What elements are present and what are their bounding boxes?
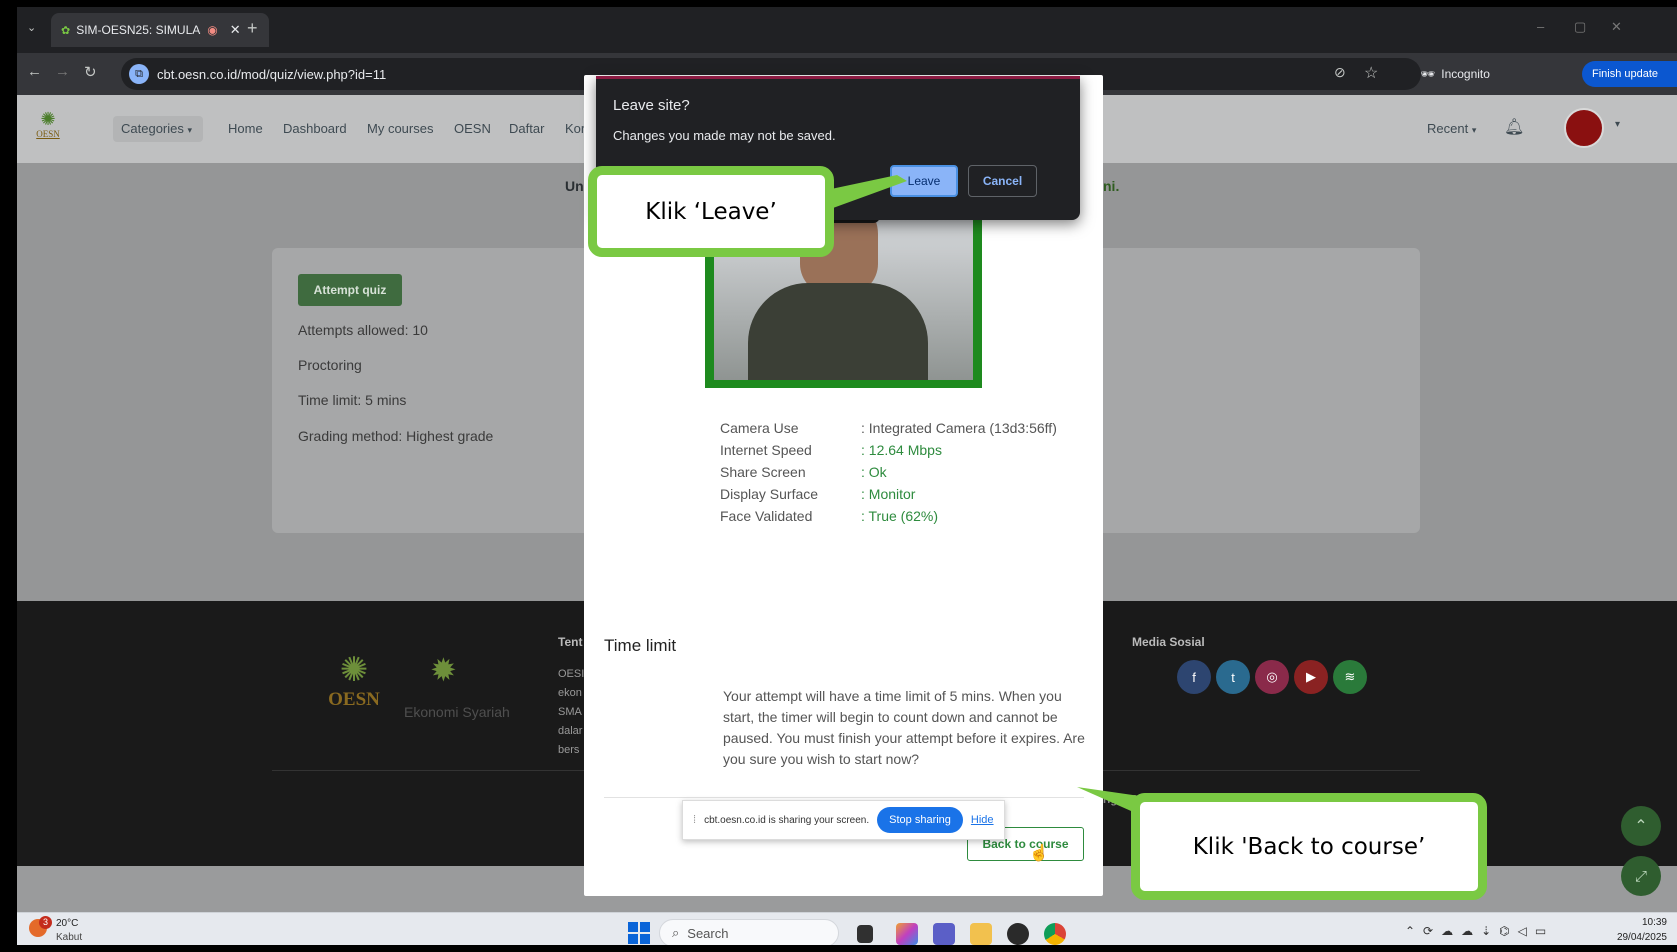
start-icon[interactable] [628, 922, 650, 944]
weather-temp: 20°C [56, 918, 79, 929]
clock-time: 10:39 [1641, 917, 1667, 928]
screen-recording-frame: ⌄ ✿ SIM-OESN25: SIMULASI UJI ◉ ✕ + – ▢ ✕… [0, 0, 1677, 952]
windows-taskbar: 3 20°C Kabut ⌕ Search ⌃⟳☁☁⇣⌬◁▭ 10:39 29/0… [17, 912, 1677, 945]
callout-klik-leave: Klik ‘Leave’ [588, 166, 834, 257]
clock-date: 29/04/2025 [1616, 932, 1667, 943]
teams-icon[interactable] [933, 923, 955, 945]
copilot-icon[interactable] [896, 923, 918, 945]
search-icon: ⌕ [672, 925, 680, 940]
task-view-icon[interactable] [857, 925, 873, 943]
weather-badge: 3 [39, 916, 52, 929]
file-explorer-icon[interactable] [970, 923, 992, 945]
weather-desc: Kabut [56, 932, 83, 943]
search-placeholder: Search [687, 925, 729, 941]
chrome-icon[interactable] [1044, 923, 1066, 945]
system-tray-icons[interactable]: ⌃⟳☁☁⇣⌬◁▭ [1405, 924, 1554, 938]
app-icon[interactable] [1007, 923, 1029, 945]
taskbar-search[interactable]: ⌕ Search [659, 919, 839, 945]
desktop-screen: ⌄ ✿ SIM-OESN25: SIMULASI UJI ◉ ✕ + – ▢ ✕… [17, 7, 1677, 945]
callout-klik-back: Klik 'Back to course’ [1131, 793, 1487, 900]
